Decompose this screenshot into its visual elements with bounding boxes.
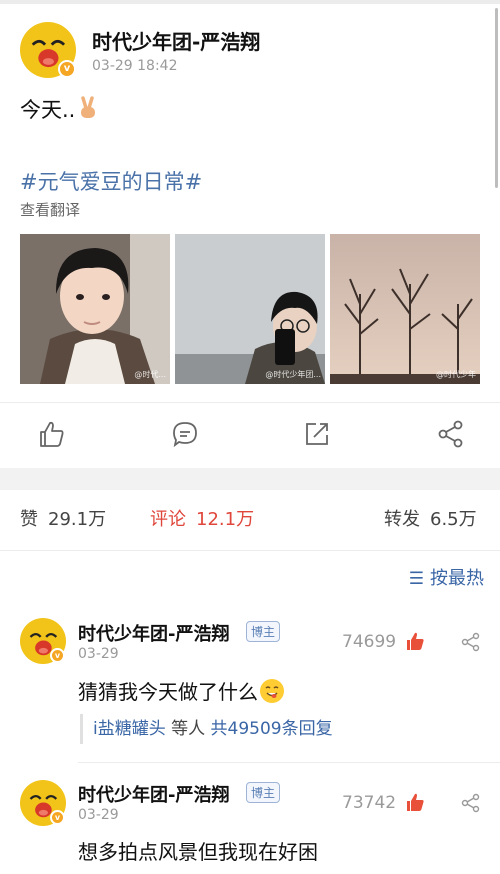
reply-user-link[interactable]: i盐糖罐头	[93, 719, 166, 739]
divider	[0, 550, 500, 551]
tab-likes-label: 赞	[20, 509, 38, 530]
photo-watermark: @时代...	[134, 370, 166, 379]
verified-badge-icon: v	[58, 60, 76, 78]
comment-author[interactable]: 时代少年团-严浩翔	[78, 781, 229, 807]
liked-thumbs-up-icon[interactable]	[404, 630, 426, 652]
comment-author[interactable]: 时代少年团-严浩翔	[78, 620, 229, 646]
divider	[0, 402, 500, 403]
comment-like-count: 73742	[342, 793, 397, 813]
comment-text: 想多拍点风景但我现在好困	[78, 840, 318, 864]
face-tongue-icon	[261, 680, 283, 702]
author-badge: 博主	[246, 782, 281, 803]
tab-comments-label: 评论	[150, 509, 186, 530]
comment-icon[interactable]	[168, 417, 202, 451]
post-text-content: 今天..	[20, 98, 76, 122]
reply-summary[interactable]: i盐糖罐头 等人 共49509条回复	[80, 714, 333, 744]
tab-forwards[interactable]: 转发 6.5万	[384, 505, 477, 531]
post-author-name[interactable]: 时代少年团-严浩翔	[92, 26, 260, 55]
photo-watermark: @时代少年	[436, 370, 476, 379]
comment-time: 03-29	[78, 807, 119, 823]
forward-icon[interactable]	[300, 417, 334, 451]
portrait-photo-1	[20, 234, 170, 384]
section-divider	[0, 468, 500, 490]
liked-thumbs-up-icon[interactable]	[404, 791, 426, 813]
post-photo-1[interactable]: @时代...	[20, 234, 170, 384]
tab-comments[interactable]: 评论 12.1万	[150, 505, 254, 531]
verified-badge-icon: v	[50, 810, 65, 825]
translate-link[interactable]: 查看翻译	[20, 199, 80, 220]
sort-icon: ☰	[408, 569, 424, 589]
tab-forwards-label: 转发	[384, 509, 420, 530]
tab-comments-count: 12.1万	[196, 509, 255, 530]
tab-likes-count: 29.1万	[48, 509, 107, 530]
share-icon[interactable]	[434, 417, 468, 451]
thumbs-up-icon[interactable]	[34, 417, 68, 451]
sort-button[interactable]: ☰ 按最热	[409, 564, 484, 590]
comment-like-count: 74699	[342, 632, 397, 652]
share-icon[interactable]	[460, 792, 482, 814]
selfie-photo-2	[175, 234, 325, 384]
post-timestamp: 03-29 18:42	[92, 58, 178, 74]
verified-badge-icon: v	[50, 648, 65, 663]
grinning-emoji-icon	[260, 679, 284, 703]
reply-middle-text: 等人	[171, 719, 206, 739]
comment-text: 猜猜我今天做了什么	[78, 676, 284, 705]
share-icon[interactable]	[460, 631, 482, 653]
scrollbar[interactable]	[495, 8, 498, 188]
comment-time: 03-29	[78, 646, 119, 662]
author-badge: 博主	[246, 621, 281, 642]
post-photo-2[interactable]: @时代少年团...	[175, 234, 325, 384]
trees-photo-3	[330, 234, 480, 384]
sort-label: 按最热	[430, 568, 484, 589]
post-text: 今天..	[20, 94, 99, 124]
tab-likes[interactable]: 赞 29.1万	[20, 505, 106, 531]
victory-hand-icon	[81, 96, 96, 118]
divider	[78, 762, 500, 763]
reply-count-link[interactable]: 共49509条回复	[211, 719, 333, 739]
top-divider	[0, 0, 500, 4]
comment-text-content: 猜猜我今天做了什么	[78, 680, 258, 704]
post-photo-3[interactable]: @时代少年	[330, 234, 480, 384]
tab-forwards-count: 6.5万	[430, 509, 477, 530]
photo-watermark: @时代少年团...	[265, 370, 321, 379]
hashtag-link[interactable]: #元气爱豆的日常#	[20, 166, 202, 196]
